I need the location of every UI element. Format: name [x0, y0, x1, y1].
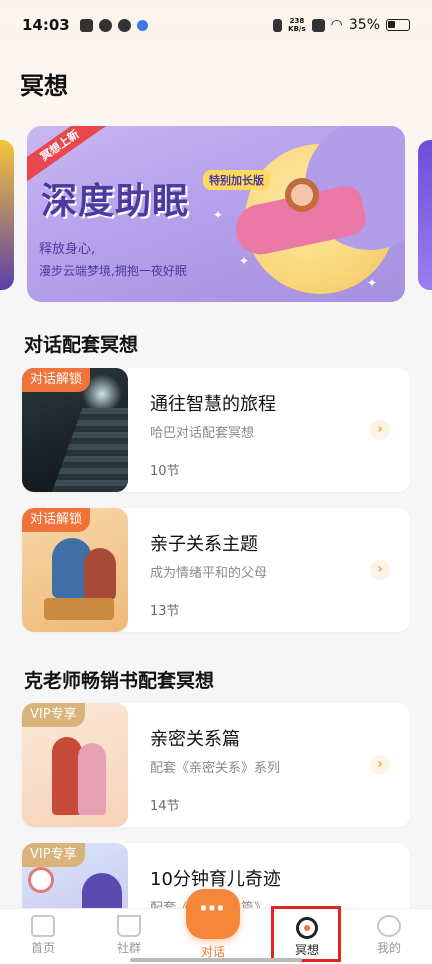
app-flower-icon	[136, 19, 148, 31]
net-speed: 238 KB/s	[288, 17, 305, 33]
chevron-right-icon[interactable]: ›	[370, 420, 390, 440]
unlock-badge: 对话解锁	[22, 368, 91, 392]
banner-deep-sleep[interactable]: ✦ ✦ ✦ 冥想上新 深度助眠 特别加长版 释放身心, 漫步云端梦境,拥抱一夜好…	[27, 126, 405, 302]
couple-illustration	[78, 743, 106, 815]
page-title: 冥想	[20, 72, 68, 100]
net-speed-unit: KB/s	[288, 25, 306, 33]
star-icon: ✦	[239, 254, 250, 268]
banner-tag: 特别加长版	[203, 170, 270, 190]
book-icon	[31, 915, 55, 937]
bottom-nav: 首页 社群 ⋯ 对话 冥想 我的	[0, 889, 432, 964]
no-sim-icon	[311, 18, 325, 32]
course-card[interactable]: 对话解锁 亲子关系主题 成为情绪平和的父母 13节 ›	[22, 508, 410, 632]
banner-carousel[interactable]: ✦ ✦ ✦ 冥想上新 深度助眠 特别加长版 释放身心, 漫步云端梦境,拥抱一夜好…	[0, 126, 432, 304]
course-desc: 成为情绪平和的父母	[150, 566, 268, 581]
vip-badge: VIP专享	[22, 843, 85, 867]
course-thumbnail: 对话解锁	[22, 508, 128, 632]
course-thumbnail: 对话解锁	[22, 368, 128, 492]
net-speed-value: 238	[289, 17, 305, 25]
status-bar: 14:03 238 KB/s ◠ 35%	[0, 0, 432, 50]
vip-badge: VIP专享	[22, 703, 85, 727]
course-card[interactable]: VIP专享 亲密关系篇 配套《亲密关系》系列 14节 ›	[22, 703, 410, 827]
vibrate-icon	[273, 18, 283, 32]
star-icon: ✦	[213, 208, 224, 222]
course-card[interactable]: 对话解锁 通往智慧的旅程 哈巴对话配套冥想 10节 ›	[22, 368, 410, 492]
chat-bubble-icon: ⋯	[199, 894, 227, 924]
stairs-illustration	[52, 408, 128, 492]
chevron-right-icon[interactable]: ›	[370, 755, 390, 775]
tab-label: 我的	[376, 941, 401, 955]
home-indicator	[130, 958, 302, 962]
table-illustration	[44, 598, 114, 620]
course-count: 14节	[150, 799, 180, 814]
banner-subtitle-2: 漫步云端梦境,拥抱一夜好眠	[39, 264, 187, 278]
tab-chat[interactable]: ⋯	[186, 889, 240, 939]
tab-label: 社群	[116, 941, 141, 955]
parent-illustration	[84, 548, 116, 600]
banner-subtitle-1: 释放身心,	[39, 242, 96, 257]
app-leaf-icon	[98, 18, 112, 32]
course-title: 10分钟育儿奇迹	[150, 869, 281, 890]
unlock-badge: 对话解锁	[22, 508, 91, 532]
tab-community[interactable]: 社群	[86, 909, 172, 964]
course-title: 亲子关系主题	[150, 534, 258, 555]
tab-home[interactable]: 首页	[0, 909, 86, 964]
section-title-dialog: 对话配套冥想	[24, 334, 139, 356]
smile-icon	[377, 915, 401, 937]
section-title-books: 克老师畅销书配套冥想	[24, 670, 215, 692]
course-title: 亲密关系篇	[150, 729, 240, 750]
battery-percent: 35%	[348, 17, 380, 33]
course-count: 10节	[150, 464, 180, 479]
course-title: 通往智慧的旅程	[150, 394, 276, 415]
course-count: 13节	[150, 604, 180, 619]
star-icon: ✦	[367, 276, 378, 290]
calendar-icon	[79, 18, 93, 32]
cup-icon	[117, 915, 141, 937]
course-thumbnail: VIP专享	[22, 703, 128, 827]
banner-headline: 深度助眠	[41, 181, 190, 222]
girl-head-illustration	[285, 178, 319, 212]
highlight-box	[271, 906, 341, 962]
wifi-icon: ◠	[330, 17, 343, 33]
tab-label: 首页	[30, 941, 55, 955]
tab-mine[interactable]: 我的	[346, 909, 432, 964]
app-a-icon	[117, 18, 131, 32]
course-desc: 配套《亲密关系》系列	[150, 761, 281, 776]
course-desc: 哈巴对话配套冥想	[150, 426, 255, 441]
banner-next-peek[interactable]	[418, 140, 432, 290]
battery-icon	[386, 19, 410, 31]
banner-prev-peek[interactable]	[0, 140, 14, 290]
status-app-icons	[79, 18, 148, 32]
status-time: 14:03	[22, 16, 70, 34]
chevron-right-icon[interactable]: ›	[370, 560, 390, 580]
clock-illustration	[28, 867, 54, 893]
